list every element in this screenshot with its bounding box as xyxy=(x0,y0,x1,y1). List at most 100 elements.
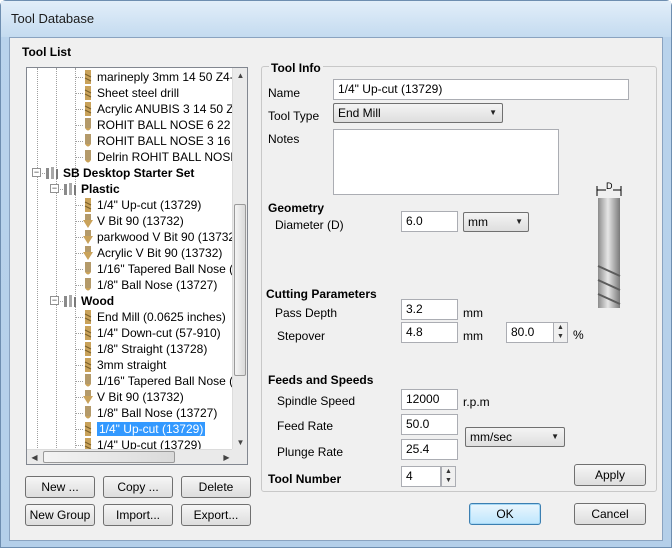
geometry-unit-select[interactable]: mm ▼ xyxy=(463,212,529,232)
collapse-toggle-icon[interactable]: − xyxy=(50,184,59,193)
tree-item-label: 1/16" Tapered Ball Nose (1 xyxy=(97,262,234,276)
stepover-unit: mm xyxy=(463,329,483,343)
spindle-speed-unit: r.p.m xyxy=(463,395,490,409)
end-mill-icon xyxy=(83,326,93,340)
tree-item-label: SB Desktop Starter Set xyxy=(63,166,195,180)
dialog-body: Tool List marineply 3mm 14 50 Z4-C- Sheet… xyxy=(9,37,663,541)
tree-tool-item[interactable]: 1/8" Ball Nose (13727) xyxy=(83,277,217,293)
apply-button[interactable]: Apply xyxy=(574,464,646,486)
plunge-rate-input[interactable]: 25.4 xyxy=(401,439,458,460)
tree-connector-line xyxy=(75,413,83,414)
tree-tool-item[interactable]: 3mm straight xyxy=(83,357,166,373)
end-mill-diagram-icon xyxy=(593,182,625,312)
tree-item-label: 1/4" Down-cut (57-910) xyxy=(97,326,221,340)
tree-tool-item[interactable]: Acrylic ANUBIS 3 14 50 Z4-0 xyxy=(83,101,234,117)
tree-connector-line xyxy=(75,429,83,430)
rate-unit-value: mm/sec xyxy=(470,430,512,444)
spin-down-icon[interactable]: ▼ xyxy=(554,332,567,341)
tool-group-icon xyxy=(45,166,59,180)
tree-tool-item[interactable]: V Bit 90 (13732) xyxy=(83,389,184,405)
tree-connector-line xyxy=(75,445,83,446)
scroll-up-arrow-icon[interactable]: ▲ xyxy=(233,68,247,83)
stepover-percent-spinner[interactable]: ▲ ▼ xyxy=(553,322,568,343)
tree-tool-item[interactable]: parkwood V Bit 90 (13732) xyxy=(83,229,234,245)
cancel-button[interactable]: Cancel xyxy=(574,503,646,525)
spin-up-icon[interactable]: ▲ xyxy=(442,467,455,476)
feed-rate-input[interactable]: 50.0 xyxy=(401,414,458,435)
stepover-percent-input[interactable]: 80.0 xyxy=(506,322,554,343)
pass-depth-input[interactable]: 3.2 xyxy=(401,299,458,320)
tree-tool-item[interactable]: ROHIT BALL NOSE 6 22 50 Z xyxy=(83,117,234,133)
tree-tool-item[interactable]: End Mill (0.0625 inches) xyxy=(83,309,226,325)
tree-group-item[interactable]: SB Desktop Starter Set xyxy=(45,165,194,181)
tree-tool-item[interactable]: V Bit 90 (13732) xyxy=(83,213,184,229)
tree-item-label: 1/16" Tapered Ball Nose (1 xyxy=(97,374,234,388)
new-tool-button[interactable]: New ... xyxy=(25,476,95,498)
tool-name-input[interactable]: 1/4" Up-cut (13729) xyxy=(333,79,629,100)
scroll-left-arrow-icon[interactable]: ◀ xyxy=(27,450,42,464)
tree-tool-item[interactable]: 1/4" Up-cut (13729) xyxy=(83,197,201,213)
tool-type-select[interactable]: End Mill ▼ xyxy=(333,103,503,123)
pass-depth-label: Pass Depth xyxy=(275,306,338,320)
spin-up-icon[interactable]: ▲ xyxy=(554,323,567,332)
tool-number-input[interactable]: 4 xyxy=(401,466,441,487)
tree-item-label: Sheet steel drill xyxy=(97,86,180,100)
feed-rate-label: Feed Rate xyxy=(277,419,334,433)
tree-tool-item[interactable]: 1/4" Down-cut (57-910) xyxy=(83,325,221,341)
notes-textarea[interactable] xyxy=(333,129,559,195)
tree-tool-item[interactable]: 1/8" Ball Nose (13727) xyxy=(83,405,217,421)
tree-tool-item[interactable]: 1/16" Tapered Ball Nose (1 xyxy=(83,373,234,389)
tree-item-label: Plastic xyxy=(81,182,120,196)
tree-connector-line xyxy=(75,397,83,398)
spin-down-icon[interactable]: ▼ xyxy=(442,476,455,485)
tree-tool-item[interactable]: marineply 3mm 14 50 Z4-C- xyxy=(83,69,234,85)
tree-item-label: ROHIT BALL NOSE 6 22 50 Z xyxy=(97,118,234,132)
tree-connector-line xyxy=(75,253,83,254)
export-button[interactable]: Export... xyxy=(181,504,251,526)
spindle-speed-input[interactable]: 12000 xyxy=(401,389,458,410)
rate-unit-select[interactable]: mm/sec ▼ xyxy=(465,427,565,447)
tree-group-item[interactable]: Wood xyxy=(63,293,114,309)
diameter-input[interactable]: 6.0 xyxy=(401,211,458,232)
tree-tool-item[interactable]: Acrylic V Bit 90 (13732) xyxy=(83,245,222,261)
tree-item-label: ROHIT BALL NOSE 3 16 50 Z xyxy=(97,134,234,148)
ok-button[interactable]: OK xyxy=(469,503,541,525)
tree-vscroll-thumb[interactable] xyxy=(234,204,246,376)
spindle-speed-label: Spindle Speed xyxy=(277,394,356,408)
tree-connector-line xyxy=(75,125,83,126)
tree-item-label: 1/8" Ball Nose (13727) xyxy=(97,278,218,292)
tree-hscroll-thumb[interactable] xyxy=(43,451,175,463)
tree-tool-item[interactable]: 1/8" Straight (13728) xyxy=(83,341,207,357)
title-bar[interactable]: Tool Database xyxy=(1,1,671,37)
tree-item-label: Wood xyxy=(81,294,115,308)
new-group-button[interactable]: New Group xyxy=(25,504,95,526)
tree-tool-item[interactable]: ROHIT BALL NOSE 3 16 50 Z xyxy=(83,133,234,149)
tree-connector-line xyxy=(75,269,83,270)
import-button[interactable]: Import... xyxy=(103,504,173,526)
scroll-down-arrow-icon[interactable]: ▼ xyxy=(233,435,247,450)
v-bit-icon xyxy=(83,214,93,228)
ball-nose-icon xyxy=(83,134,93,148)
tool-tree[interactable]: marineply 3mm 14 50 Z4-C- Sheet steel dri… xyxy=(26,67,248,465)
diameter-diagram-label: D xyxy=(606,181,613,191)
tool-number-spinner[interactable]: ▲ ▼ xyxy=(441,466,456,487)
tree-item-label: V Bit 90 (13732) xyxy=(97,390,184,404)
collapse-toggle-icon[interactable]: − xyxy=(32,168,41,177)
delete-tool-button[interactable]: Delete xyxy=(181,476,251,498)
tree-tool-item[interactable]: Delrin ROHIT BALL NOSE 6 16 xyxy=(83,149,234,165)
tree-tool-item[interactable]: Sheet steel drill xyxy=(83,85,179,101)
tree-vertical-scrollbar[interactable]: ▲ ▼ xyxy=(232,68,247,450)
tree-tool-item[interactable]: 1/16" Tapered Ball Nose (1 xyxy=(83,261,234,277)
tree-guide-line xyxy=(37,68,38,450)
tool-group-icon xyxy=(63,294,77,308)
end-mill-icon xyxy=(83,342,93,356)
tree-connector-line xyxy=(75,381,83,382)
copy-tool-button[interactable]: Copy ... xyxy=(103,476,173,498)
tree-tool-item[interactable]: 1/4" Up-cut (13729) xyxy=(83,421,206,437)
tool-info-heading: Tool Info xyxy=(269,61,323,75)
name-label: Name xyxy=(268,86,301,100)
collapse-toggle-icon[interactable]: − xyxy=(50,296,59,305)
tree-horizontal-scrollbar[interactable]: ◀ ▶ xyxy=(27,449,234,464)
tree-group-item[interactable]: Plastic xyxy=(63,181,120,197)
stepover-input[interactable]: 4.8 xyxy=(401,322,458,343)
